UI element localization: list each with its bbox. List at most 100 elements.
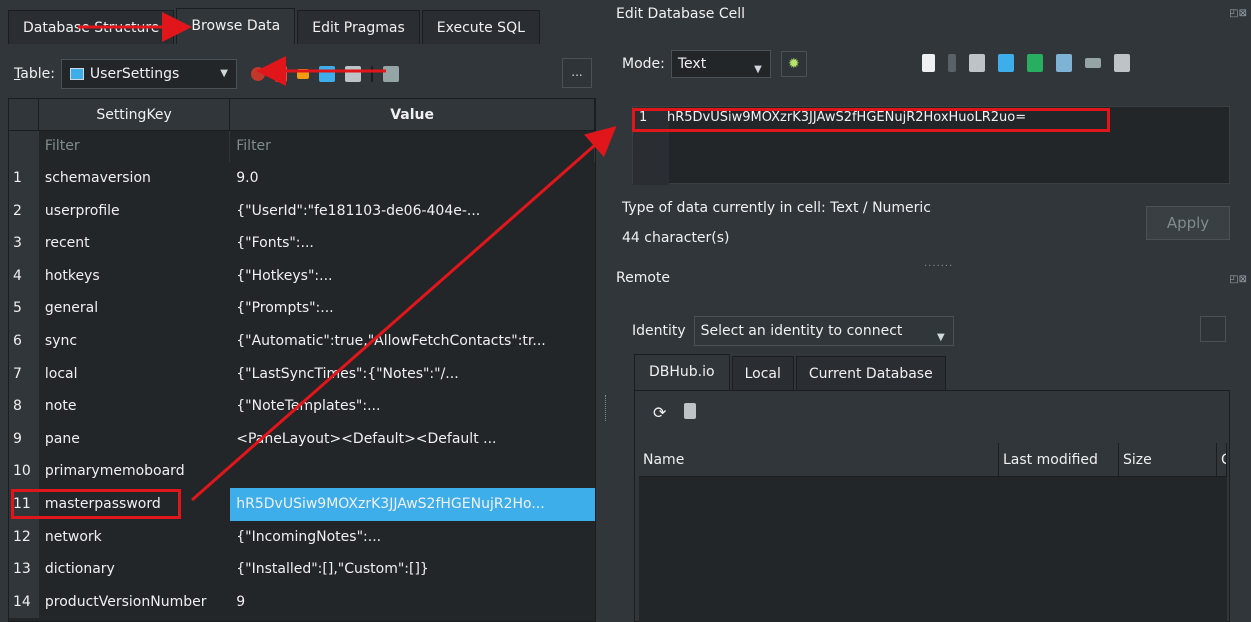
- print-icon[interactable]: [344, 66, 361, 82]
- tab-execute-sql[interactable]: Execute SQL: [421, 10, 540, 44]
- table-row[interactable]: 12 network {"IncomingNotes":...: [9, 520, 595, 554]
- cell-settingkey[interactable]: productVersionNumber: [39, 586, 230, 619]
- copy-icon[interactable]: [1056, 54, 1072, 72]
- column-header-value[interactable]: Value: [230, 99, 595, 131]
- cell-value[interactable]: {"IncomingNotes":...: [230, 521, 595, 554]
- cell-value[interactable]: {"NoteTemplates":...: [230, 390, 595, 423]
- save-table-icon[interactable]: [318, 66, 335, 82]
- cell-settingkey[interactable]: note: [39, 390, 230, 423]
- column-header-settingkey[interactable]: SettingKey: [39, 99, 231, 131]
- database-icon[interactable]: [1200, 316, 1226, 342]
- import-icon[interactable]: [969, 54, 985, 72]
- cell-value[interactable]: hR5DvUSiw9MOXzrK3JJAwS2fHGENujR2Ho...: [230, 487, 595, 521]
- table-row[interactable]: 6 sync {"Automatic":true,"AllowFetchContac…: [9, 324, 595, 358]
- tab-current-database[interactable]: Current Database: [795, 356, 946, 390]
- main-tab-bar: Database Structure Browse Data Edit Prag…: [8, 8, 542, 44]
- table-row[interactable]: 14 productVersionNumber 9: [9, 585, 595, 619]
- column-header-size[interactable]: Size: [1119, 443, 1217, 476]
- table-row[interactable]: 3 recent {"Fonts":...: [9, 227, 595, 260]
- cell-value[interactable]: {"LastSyncTimes":{"Notes":"/...: [230, 358, 595, 391]
- cell-value[interactable]: {"UserId":"fe181103-de06-404e-...: [230, 195, 595, 228]
- column-header-last-modified[interactable]: Last modified: [999, 443, 1119, 476]
- cell-value[interactable]: {"Prompts":...: [230, 292, 595, 325]
- tab-edit-pragmas[interactable]: Edit Pragmas: [297, 10, 420, 44]
- mode-select[interactable]: Text ▼: [670, 50, 771, 78]
- cell-settingkey[interactable]: dictionary: [39, 553, 230, 586]
- row-number[interactable]: 12: [9, 520, 39, 554]
- cell-value[interactable]: {"Automatic":true,"AllowFetchContacts":t…: [230, 325, 595, 358]
- row-number[interactable]: 2: [9, 194, 39, 228]
- table-row[interactable]: 9 pane <PaneLayout><Default><Default ...: [9, 422, 595, 456]
- table-row[interactable]: 8 note {"NoteTemplates":...: [9, 390, 595, 423]
- dock-float-close-icon[interactable]: ◰⊠: [1229, 274, 1247, 285]
- row-number[interactable]: 13: [9, 553, 39, 586]
- cell-settingkey[interactable]: hotkeys: [39, 260, 230, 293]
- row-number[interactable]: 5: [9, 292, 39, 325]
- table-row[interactable]: 10 primarymemoboard: [9, 455, 595, 488]
- cell-value[interactable]: 9.0: [230, 162, 595, 195]
- row-number[interactable]: 9: [9, 422, 39, 456]
- gear-icon[interactable]: ✹: [780, 51, 807, 77]
- database-icon[interactable]: [684, 403, 697, 419]
- cell-settingkey[interactable]: network: [39, 521, 230, 554]
- row-number[interactable]: 3: [9, 227, 39, 260]
- export-icon[interactable]: [998, 54, 1014, 72]
- cell-settingkey[interactable]: schemaversion: [39, 162, 230, 195]
- cell-settingkey[interactable]: recent: [39, 227, 230, 260]
- row-number[interactable]: 6: [9, 324, 39, 358]
- row-number[interactable]: 14: [9, 585, 39, 619]
- mode-label: Mode:: [622, 56, 665, 72]
- more-options-button[interactable]: ...: [562, 58, 592, 88]
- table-row[interactable]: 1 schemaversion 9.0: [9, 162, 595, 195]
- cell-settingkey[interactable]: sync: [39, 325, 230, 358]
- indent-icon[interactable]: [948, 54, 956, 72]
- cell-settingkey[interactable]: primarymemoboard: [39, 455, 230, 488]
- cell-settingkey[interactable]: pane: [39, 423, 230, 456]
- link-icon[interactable]: [1085, 58, 1101, 68]
- row-number-header[interactable]: [9, 99, 39, 130]
- row-number[interactable]: 4: [9, 259, 39, 293]
- table-row[interactable]: 4 hotkeys {"Hotkeys":...: [9, 259, 595, 293]
- cell-settingkey[interactable]: local: [39, 358, 230, 391]
- left-panel: Database Structure Browse Data Edit Prag…: [0, 0, 600, 622]
- cell-value[interactable]: <PaneLayout><Default><Default ...: [230, 423, 595, 456]
- cell-settingkey[interactable]: general: [39, 292, 230, 325]
- cell-value[interactable]: {"Fonts":...: [230, 227, 595, 260]
- row-number[interactable]: 8: [9, 390, 39, 423]
- cell-value[interactable]: {"Hotkeys":...: [230, 260, 595, 293]
- cell-value[interactable]: 9: [230, 586, 595, 619]
- dock-splitter[interactable]: .......: [924, 258, 953, 269]
- table-row[interactable]: 2 userprofile {"UserId":"fe181103-de06-404…: [9, 194, 595, 228]
- cell-value[interactable]: {"Installed":[],"Custom":[]}: [230, 553, 595, 586]
- table-row[interactable]: 13 dictionary {"Installed":[],"Custom":[]}: [9, 553, 595, 586]
- table-row[interactable]: 5 general {"Prompts":...: [9, 292, 595, 325]
- column-header-name[interactable]: Name: [639, 443, 999, 476]
- refresh-icon[interactable]: ⟳: [653, 403, 666, 422]
- apply-button[interactable]: Apply: [1146, 206, 1230, 240]
- table-row[interactable]: 7 local {"LastSyncTimes":{"Notes":"/...: [9, 357, 595, 391]
- document-icon[interactable]: [922, 54, 935, 72]
- clear-filters-icon[interactable]: [274, 66, 287, 82]
- insert-record-icon[interactable]: [382, 66, 399, 82]
- row-number[interactable]: 10: [9, 455, 39, 488]
- filter-input-value[interactable]: Filter: [230, 131, 595, 162]
- table-select[interactable]: UserSettings ▼: [60, 59, 237, 89]
- tab-dbhub[interactable]: DBHub.io: [634, 354, 730, 390]
- identity-select[interactable]: Select an identity to connect ▼: [693, 316, 954, 346]
- set-null-icon[interactable]: [1027, 54, 1043, 72]
- remote-list-header: Name Last modified Size C: [639, 443, 1227, 477]
- cell-settingkey[interactable]: userprofile: [39, 195, 230, 228]
- sort-icon[interactable]: [296, 69, 309, 79]
- tab-database-structure[interactable]: Database Structure: [8, 10, 175, 44]
- dock-float-close-icon[interactable]: ◰⊠: [1229, 8, 1247, 19]
- refresh-icon[interactable]: [250, 67, 265, 81]
- tab-browse-data[interactable]: Browse Data: [176, 8, 296, 44]
- print-icon[interactable]: [1114, 54, 1130, 72]
- tab-local[interactable]: Local: [731, 356, 794, 390]
- column-header-truncated[interactable]: C: [1217, 443, 1227, 476]
- filter-input-settingkey[interactable]: Filter: [38, 131, 231, 162]
- cell-value[interactable]: [230, 455, 595, 488]
- row-number[interactable]: 7: [9, 357, 39, 391]
- row-number[interactable]: 1: [9, 162, 39, 195]
- panel-splitter[interactable]: [600, 0, 612, 622]
